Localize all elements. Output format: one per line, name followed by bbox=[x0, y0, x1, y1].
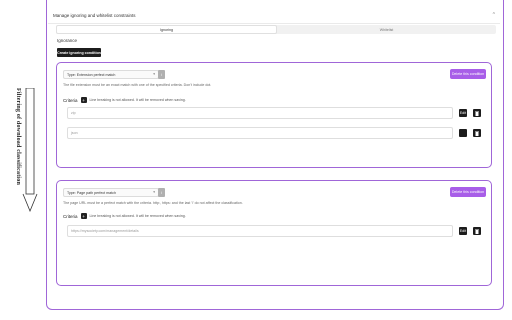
side-annotation-label: Filtering of download classification bbox=[15, 88, 21, 186]
criteria-input[interactable]: zip bbox=[67, 107, 453, 119]
delete-condition-button[interactable]: Delete this condition bbox=[450, 69, 486, 79]
add-criteria-button[interactable]: + bbox=[80, 213, 87, 219]
edit-criteria-button[interactable]: Edit bbox=[459, 227, 467, 235]
create-condition-button[interactable]: Create ignoring condition bbox=[57, 48, 101, 57]
condition-type-select[interactable]: Type: Extension perfect match ▾ bbox=[63, 70, 159, 79]
down-arrow-icon bbox=[22, 88, 38, 212]
tab-whitelist[interactable]: Whitelist bbox=[277, 25, 496, 34]
condition-type-select[interactable]: Type: Page path perfect match ▾ bbox=[63, 188, 159, 197]
delete-criteria-button[interactable] bbox=[473, 129, 481, 137]
condition-description: The file extension must be an exact matc… bbox=[63, 83, 212, 87]
edit-criteria-button[interactable] bbox=[459, 129, 467, 137]
condition-description: The page URL must be a perfect match wit… bbox=[63, 201, 243, 205]
add-criteria-button[interactable]: + bbox=[80, 97, 87, 103]
trash-icon bbox=[475, 228, 479, 234]
criteria-label: Criteria bbox=[63, 213, 78, 219]
criteria-input[interactable]: https://mysociety.com/management/details bbox=[67, 225, 453, 237]
tab-bar: Ignoring Whitelist bbox=[56, 25, 496, 34]
criteria-value: json bbox=[71, 131, 78, 135]
delete-criteria-button[interactable] bbox=[473, 227, 481, 235]
criteria-value: https://mysociety.com/management/details bbox=[71, 229, 139, 233]
info-button[interactable]: i bbox=[158, 188, 165, 197]
edit-criteria-button[interactable]: Edit bbox=[459, 109, 467, 117]
accordion-title: Manage ignoring and whitelist constraint… bbox=[53, 12, 136, 18]
condition-card: Type: Extension perfect match ▾ i Delete… bbox=[56, 62, 492, 168]
criteria-note: Line breaking is not allowed. It will be… bbox=[89, 98, 186, 102]
info-button[interactable]: i bbox=[158, 70, 165, 79]
chevron-down-icon: ▾ bbox=[153, 72, 155, 76]
delete-condition-button[interactable]: Delete this condition bbox=[450, 187, 486, 197]
section-title: Ignorance bbox=[57, 38, 78, 43]
condition-type-value: Type: Extension perfect match bbox=[67, 72, 116, 77]
condition-card: Type: Page path perfect match ▾ i Delete… bbox=[56, 180, 492, 286]
criteria-header: Criteria + Line breaking is not allowed.… bbox=[63, 97, 186, 103]
tab-ignoring[interactable]: Ignoring bbox=[56, 25, 277, 34]
trash-icon bbox=[475, 110, 479, 116]
condition-type-value: Type: Page path perfect match bbox=[67, 190, 116, 195]
criteria-note: Line breaking is not allowed. It will be… bbox=[89, 214, 186, 218]
trash-icon bbox=[475, 130, 479, 136]
side-annotation: Filtering of download classification bbox=[0, 0, 46, 320]
chevron-up-icon[interactable]: ^ bbox=[493, 12, 495, 18]
accordion-header[interactable]: Manage ignoring and whitelist constraint… bbox=[48, 7, 500, 24]
chevron-down-icon: ▾ bbox=[153, 190, 155, 194]
delete-criteria-button[interactable] bbox=[473, 109, 481, 117]
criteria-label: Criteria bbox=[63, 97, 78, 103]
criteria-input[interactable]: json bbox=[67, 127, 453, 139]
criteria-header: Criteria + Line breaking is not allowed.… bbox=[63, 213, 186, 219]
criteria-value: zip bbox=[71, 111, 76, 115]
